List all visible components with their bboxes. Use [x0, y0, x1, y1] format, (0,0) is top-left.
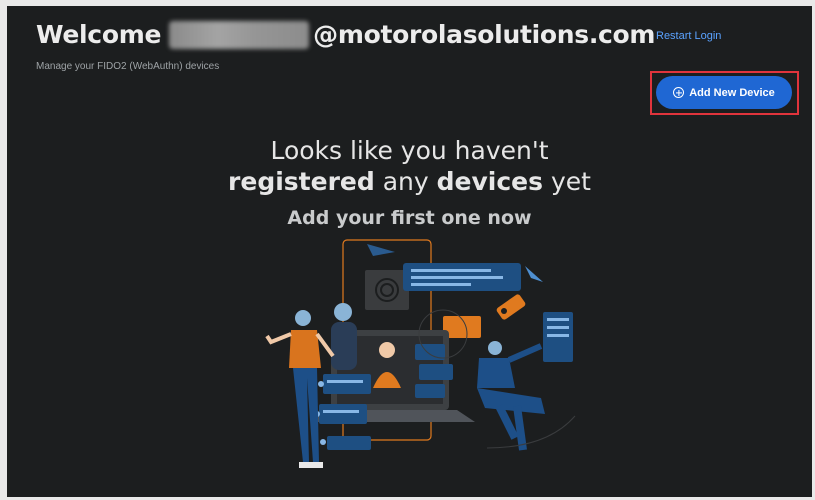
email-domain: @motorolasolutions.com — [313, 20, 656, 49]
page-title: Welcome @motorolasolutions.com — [36, 20, 655, 49]
yet-text: yet — [550, 167, 591, 196]
welcome-text: Welcome — [36, 20, 162, 49]
chat-bubble-left-1 — [323, 374, 371, 394]
app-frame: Welcome @motorolasolutions.com Restart L… — [7, 6, 812, 497]
paper-plane-shape — [367, 244, 395, 256]
empty-state-line1: Looks like you haven't — [270, 136, 549, 165]
paper-plane-small — [525, 266, 543, 282]
restart-login-link[interactable]: Restart Login — [656, 30, 721, 42]
devices-illustration — [265, 239, 576, 468]
fingerprint-box — [365, 270, 409, 310]
usb-key-icon — [496, 294, 526, 320]
add-new-device-label: Add New Device — [689, 86, 775, 99]
empty-state-line2: registered any devices yet — [7, 166, 812, 198]
empty-state-cta: Add your first one now — [287, 207, 532, 229]
devices-text: devices — [436, 167, 544, 196]
registered-text: registered — [228, 167, 375, 196]
any-text: any — [382, 167, 429, 196]
woman-standing — [295, 310, 311, 326]
chat-bubble-left-2 — [319, 404, 367, 424]
person-background — [334, 303, 352, 321]
plus-circle-icon — [673, 87, 685, 98]
person-on-screen — [379, 342, 395, 358]
page-subtitle: Manage your FIDO2 (WebAuthn) devices — [36, 61, 220, 72]
chat-bubble-left-3 — [327, 436, 371, 450]
empty-state: Looks like you haven't registered any de… — [7, 136, 812, 229]
add-new-device-button[interactable]: Add New Device — [656, 76, 792, 109]
redacted-username — [169, 20, 310, 49]
man-sitting — [488, 341, 502, 355]
